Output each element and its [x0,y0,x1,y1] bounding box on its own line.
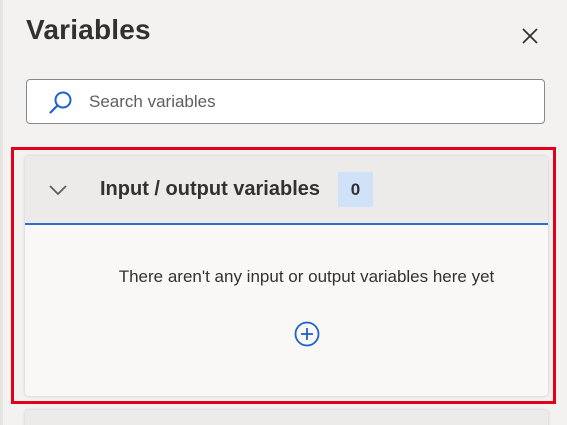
highlight-box [11,147,556,404]
next-section-card[interactable] [25,410,548,425]
search-input[interactable] [87,80,531,124]
panel-title: Variables [26,14,151,45]
search-box [26,79,545,124]
close-icon [522,28,538,44]
variables-panel: Variables Input / output variables 0 The… [0,0,567,425]
close-button[interactable] [516,22,544,50]
search-icon [49,91,72,114]
panel-left-edge [0,0,3,425]
